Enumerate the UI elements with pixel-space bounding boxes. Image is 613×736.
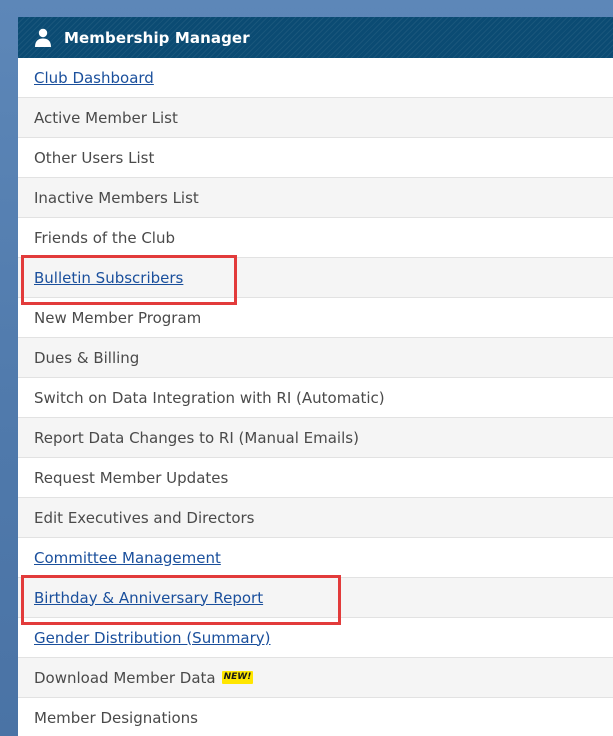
membership-menu: Club Dashboard Active Member List Other … [18,58,613,736]
menu-item-label: Switch on Data Integration with RI (Auto… [34,388,385,407]
panel-title: Membership Manager [64,28,250,47]
menu-item-gender-distribution[interactable]: Gender Distribution (Summary) [18,618,613,658]
menu-item-label[interactable]: Committee Management [34,549,221,567]
user-icon [32,27,54,49]
menu-item-data-integration-ri[interactable]: Switch on Data Integration with RI (Auto… [18,378,613,418]
menu-item-label[interactable]: Club Dashboard [34,69,154,87]
menu-item-label: New Member Program [34,308,202,327]
menu-item-label: Member Designations [34,708,198,727]
menu-item-label: Report Data Changes to RI (Manual Emails… [34,428,359,447]
menu-item-label: Request Member Updates [34,468,229,487]
menu-item-birthday-anniversary-report[interactable]: Birthday & Anniversary Report [18,578,613,618]
menu-item-download-member-data[interactable]: Download Member Data NEW! [18,658,613,698]
menu-item-label: Dues & Billing [34,348,140,367]
menu-item-label[interactable]: Birthday & Anniversary Report [34,589,263,607]
menu-item-inactive-members-list[interactable]: Inactive Members List [18,178,613,218]
menu-item-label: Friends of the Club [34,228,175,247]
menu-item-other-users-list[interactable]: Other Users List [18,138,613,178]
new-badge: NEW! [221,671,254,684]
menu-item-label: Edit Executives and Directors [34,508,255,527]
menu-item-bulletin-subscribers[interactable]: Bulletin Subscribers [18,258,613,298]
menu-item-member-designations[interactable]: Member Designations [18,698,613,736]
menu-item-label: Active Member List [34,108,178,127]
menu-item-active-member-list[interactable]: Active Member List [18,98,613,138]
menu-item-club-dashboard[interactable]: Club Dashboard [18,58,613,98]
menu-item-request-member-updates[interactable]: Request Member Updates [18,458,613,498]
menu-item-edit-executives-directors[interactable]: Edit Executives and Directors [18,498,613,538]
menu-item-label[interactable]: Bulletin Subscribers [34,269,183,287]
panel-header: Membership Manager [18,17,613,58]
menu-item-dues-billing[interactable]: Dues & Billing [18,338,613,378]
menu-item-friends-of-the-club[interactable]: Friends of the Club [18,218,613,258]
menu-item-label: Inactive Members List [34,188,199,207]
menu-item-committee-management[interactable]: Committee Management [18,538,613,578]
menu-item-label[interactable]: Gender Distribution (Summary) [34,629,271,647]
menu-item-new-member-program[interactable]: New Member Program [18,298,613,338]
menu-item-label: Other Users List [34,148,155,167]
menu-item-report-data-changes-ri[interactable]: Report Data Changes to RI (Manual Emails… [18,418,613,458]
menu-item-label: Download Member Data [34,668,216,687]
membership-manager-panel: Membership Manager Club Dashboard Active… [18,17,613,736]
